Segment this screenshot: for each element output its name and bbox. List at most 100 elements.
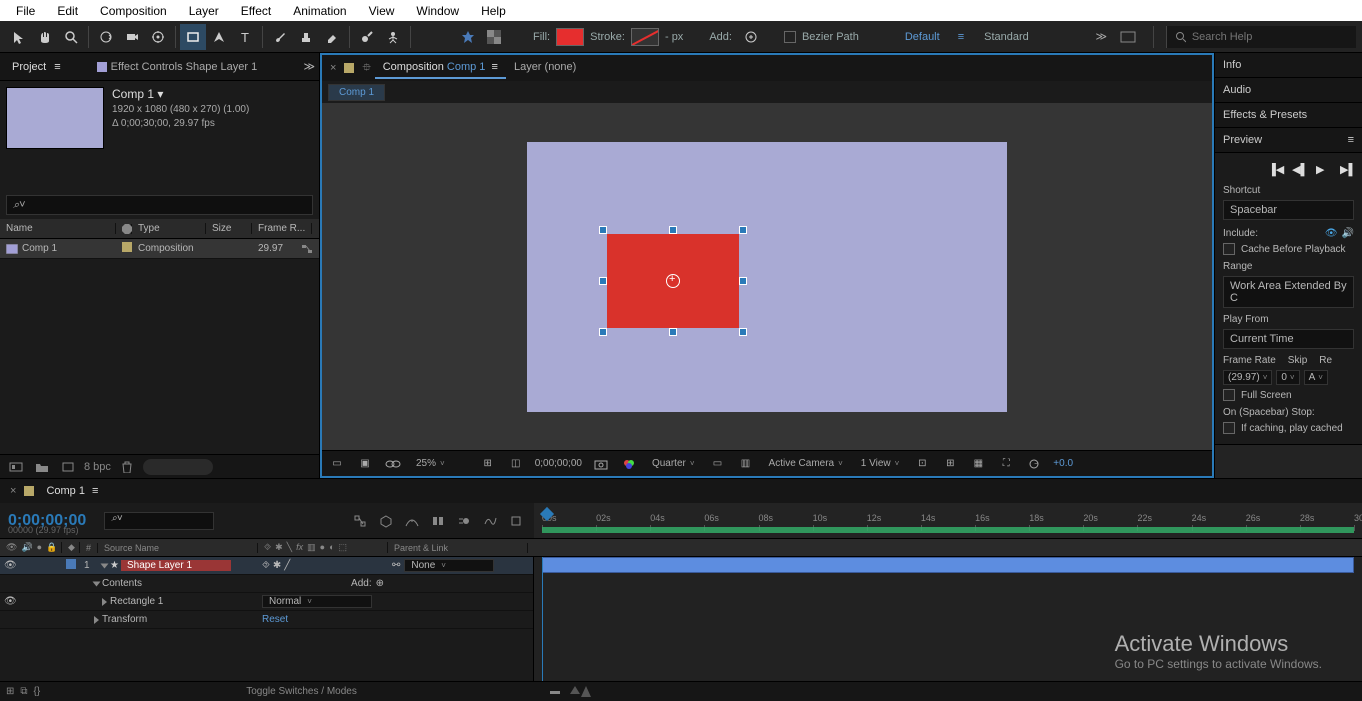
show-channel-icon[interactable] [620,455,638,473]
graph-editor-icon[interactable] [480,512,500,530]
search-help-box[interactable] [1166,26,1356,48]
workspace-default[interactable]: Default [905,31,940,43]
video-visibility-col-icon[interactable]: 👁 [6,542,17,553]
col-size[interactable]: Size [206,223,252,234]
if-caching-checkbox[interactable] [1223,422,1235,434]
layer-visibility-toggle[interactable]: 👁 [4,596,17,607]
menu-view[interactable]: View [359,2,405,20]
col-framerate[interactable]: Frame R... [252,223,312,234]
skip-dropdown[interactable]: 0 [1276,370,1299,385]
shy-layers-icon[interactable] [402,512,422,530]
draft-3d-icon[interactable] [376,512,396,530]
camera-tool-icon[interactable] [119,24,145,50]
menu-composition[interactable]: Composition [90,2,177,20]
prev-frame-button[interactable]: ◀▌ [1292,163,1306,177]
snapshot-icon[interactable] [592,455,610,473]
selection-tool-icon[interactable] [6,24,32,50]
add-shape-icon[interactable] [738,24,764,50]
brush-tool-icon[interactable] [267,24,293,50]
composition-viewport[interactable] [322,103,1212,450]
close-timeline-tab-icon[interactable]: × [6,485,20,497]
fast-previews-icon[interactable]: ▭ [709,455,727,473]
include-audio-icon[interactable]: 🔊 [1342,228,1354,239]
pen-tool-icon[interactable] [206,24,232,50]
brainstorm-icon[interactable] [506,512,526,530]
blend-mode-dropdown[interactable]: Normal [262,595,372,608]
toggle-switches-icon3[interactable]: {} [34,686,41,697]
timeline-search-input[interactable]: ⌕˅ [104,512,214,530]
toggle-switches-modes-button[interactable]: Toggle Switches / Modes [246,686,357,697]
hand-tool-icon[interactable] [32,24,58,50]
motion-blur-icon[interactable] [454,512,474,530]
zoom-slider-icon[interactable] [570,686,591,697]
layer-visibility-toggle[interactable]: 👁 [4,560,17,571]
comp-thumbnail[interactable] [6,87,104,149]
views-dropdown[interactable]: 1 View [857,458,904,469]
orbit-tool-icon[interactable] [93,24,119,50]
grid-icon[interactable]: ▦ [969,455,987,473]
menu-effect[interactable]: Effect [231,2,281,20]
preview-panel-tab[interactable]: Preview≡ [1215,128,1362,153]
include-video-icon[interactable]: 👁 [1325,228,1338,239]
comp-breadcrumb[interactable]: Comp 1 [328,84,385,101]
menu-window[interactable]: Window [406,2,469,20]
layer-shape-layer-1[interactable]: 👁 1 ★Shape Layer 1 ⯑✱╱ ⚯None [0,557,533,575]
layer-rectangle-1[interactable]: 👁 Rectangle 1 Normal [0,593,533,611]
anchor-point-icon[interactable] [666,274,680,288]
layer-tab[interactable]: Layer (none) [506,57,584,79]
exposure-value[interactable]: +0.0 [1053,458,1073,469]
interpret-footage-icon[interactable] [6,458,26,476]
toggle-switches-icon2[interactable]: ⧉ [20,686,27,697]
panel-overflow-icon[interactable]: ≫ [303,60,315,73]
work-area-bar[interactable] [542,527,1354,533]
flowchart-icon[interactable] [301,244,313,254]
pan-behind-tool-icon[interactable] [145,24,171,50]
last-frame-button[interactable]: ▶▌ [1340,163,1354,177]
workspace-menu-icon[interactable]: ≡ [958,31,964,43]
camera-dropdown[interactable]: Active Camera [765,458,847,469]
checker-icon[interactable] [481,24,507,50]
shape-rectangle[interactable] [607,234,739,328]
transform-reset-button[interactable]: Reset [262,614,288,625]
lock-col-icon[interactable]: 🔒 [46,542,57,553]
delete-icon[interactable] [117,458,137,476]
comp-mini-flowchart-icon[interactable] [350,512,370,530]
pickwhip-icon[interactable]: ⚯ [392,560,400,571]
new-comp-icon[interactable] [58,458,78,476]
composition-canvas[interactable] [527,142,1007,412]
layer-transform[interactable]: Transform Reset [0,611,533,629]
workspace-more-icon[interactable]: ≫ [1095,30,1107,43]
play-from-dropdown[interactable]: Current Time [1223,329,1354,349]
search-help-input[interactable] [1192,31,1348,43]
comp-title[interactable]: Comp 1 ▾ [112,87,249,101]
playhead[interactable] [542,509,552,519]
menu-file[interactable]: File [6,2,45,20]
menu-layer[interactable]: Layer [179,2,229,20]
zoom-out-timeline-icon[interactable]: ▬ [550,686,560,697]
effect-controls-tab[interactable]: Effect Controls Shape Layer 1 [89,57,266,77]
new-folder-icon[interactable] [32,458,52,476]
resolution-dropdown[interactable]: Quarter [648,458,699,469]
close-tab-icon[interactable]: × [326,62,340,74]
label-color-icon[interactable] [122,224,132,234]
guides-icon[interactable]: ⊞ [941,455,959,473]
adjust-exposure-icon[interactable] [1025,455,1043,473]
bezier-path-checkbox[interactable] [784,31,796,43]
color-depth-button[interactable]: 8 bpc [84,461,111,473]
timeline-tab[interactable]: Comp 1 ≡ [38,481,106,501]
timeline-ruler-area[interactable]: 00s02s04s06s08s10s12s14s16s18s20s22s24s2… [534,503,1362,538]
menu-help[interactable]: Help [471,2,516,20]
stroke-width[interactable]: - px [665,31,683,43]
sync-settings-icon[interactable] [1115,24,1141,50]
always-preview-icon[interactable]: ▭ [328,455,346,473]
col-type[interactable]: Type [132,223,206,234]
first-frame-button[interactable]: ▐◀ [1268,163,1282,177]
add-contents-icon[interactable]: ⊕ [376,578,384,589]
menu-edit[interactable]: Edit [47,2,88,20]
layer-name[interactable]: Shape Layer 1 [121,560,231,571]
framerate-dropdown[interactable]: (29.97) [1223,370,1272,385]
res-dropdown[interactable]: A [1304,370,1328,385]
audio-panel-tab[interactable]: Audio [1215,78,1362,103]
range-dropdown[interactable]: Work Area Extended By C [1223,276,1354,308]
pixel-aspect-icon[interactable]: ⊡ [913,455,931,473]
